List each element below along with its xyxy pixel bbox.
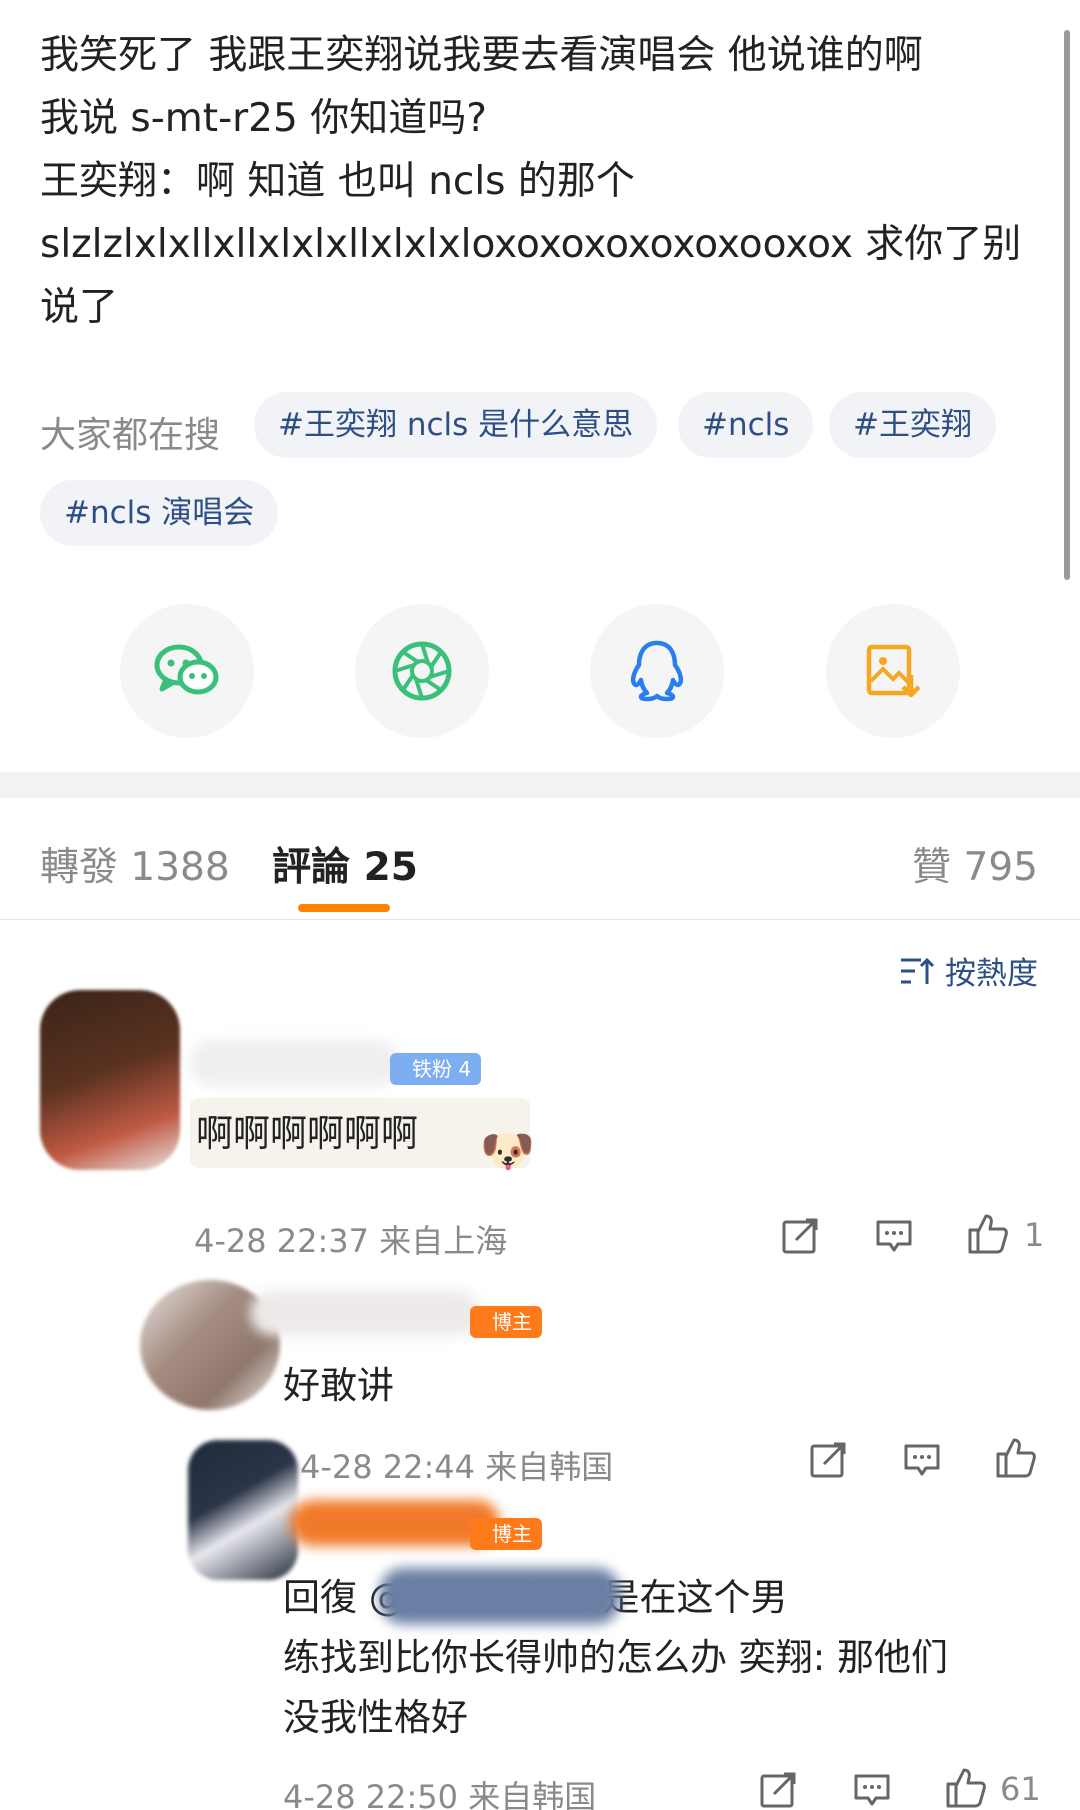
tab-comment[interactable]: 評論 25 <box>272 836 418 892</box>
comment-icon[interactable] <box>874 1216 914 1256</box>
like-count: 61 <box>1000 1770 1041 1808</box>
tab-like[interactable]: 贊 795 <box>912 836 1038 892</box>
post-text: 我笑死了 我跟王奕翔说我要去看演唱会 他说谁的啊 我说 s-mt-r25 你知道… <box>40 24 1040 339</box>
qq-icon <box>630 640 684 702</box>
mention-redacted[interactable] <box>380 1568 620 1624</box>
username-redacted[interactable] <box>290 1500 500 1546</box>
comment-icon[interactable] <box>902 1440 942 1480</box>
comment-text-line: 练找到比你长得帅的怎么办 奕翔: 那他们 <box>283 1636 948 1679</box>
like-icon[interactable] <box>994 1436 1038 1480</box>
comment-text-line: 没我性格好 <box>283 1696 468 1739</box>
author-badge: 博主 <box>470 1518 542 1550</box>
share-save-image-button[interactable] <box>826 604 960 738</box>
save-image-icon <box>866 644 921 698</box>
scrollbar[interactable] <box>1064 30 1070 580</box>
active-tab-indicator <box>298 904 390 912</box>
avatar[interactable] <box>188 1440 298 1580</box>
trending-label: 大家都在搜 <box>40 415 221 456</box>
sticker-icon: 🐶 <box>480 1126 535 1177</box>
post-line: slzlzlxlxllxllxlxlxllxlxlxloxoxoxoxoxoxo… <box>40 222 1022 267</box>
repost-icon[interactable] <box>808 1440 848 1480</box>
sort-label: 按熱度 <box>945 956 1038 992</box>
post-line: 我笑死了 我跟王奕翔说我要去看演唱会 他说谁的啊 <box>40 33 923 78</box>
username-redacted[interactable] <box>250 1290 480 1336</box>
fan-badge: 铁粉 4 <box>390 1053 482 1085</box>
comment-meta: 4-28 22:50 来自韩国 <box>283 1778 597 1810</box>
share-bar <box>0 604 1080 738</box>
post-line: 我说 s-mt-r25 你知道吗? <box>40 96 487 141</box>
username-redacted[interactable] <box>190 1040 400 1086</box>
comment-icon[interactable] <box>852 1770 892 1810</box>
search-chip[interactable]: #ncls 演唱会 <box>40 480 279 546</box>
avatar[interactable] <box>40 990 180 1170</box>
like-icon[interactable] <box>966 1212 1010 1256</box>
search-chip[interactable]: #王奕翔 ncls 是什么意思 <box>254 392 658 458</box>
comment-meta: 4-28 22:44 来自韩国 <box>300 1448 614 1486</box>
share-moments-button[interactable] <box>355 604 489 738</box>
wechat-icon <box>154 644 219 695</box>
comment-tabs: 轉發 1388 評論 25 贊 795 <box>0 800 1080 920</box>
section-divider <box>0 772 1080 798</box>
tab-repost[interactable]: 轉發 1388 <box>40 836 230 892</box>
repost-icon[interactable] <box>780 1216 820 1256</box>
like-count: 1 <box>1024 1216 1045 1254</box>
post-line: 说了 <box>40 285 119 330</box>
sort-icon <box>901 957 935 984</box>
comment-meta: 4-28 22:37 来自上海 <box>194 1222 508 1260</box>
repost-icon[interactable] <box>758 1770 798 1810</box>
search-chip[interactable]: #王奕翔 <box>829 392 996 458</box>
sort-button[interactable]: 按熱度 <box>899 948 1038 993</box>
post-line: 王奕翔：啊 知道 也叫 ncls 的那个 <box>40 159 635 204</box>
author-badge: 博主 <box>470 1306 542 1338</box>
moments-icon <box>392 641 452 701</box>
comment-text: 啊啊啊啊啊啊 <box>196 1112 418 1155</box>
share-qq-button[interactable] <box>590 604 724 738</box>
like-icon[interactable] <box>944 1766 988 1810</box>
search-chip[interactable]: #ncls <box>678 392 814 458</box>
share-wechat-button[interactable] <box>120 604 254 738</box>
comment-text: 好敢讲 <box>283 1364 394 1407</box>
